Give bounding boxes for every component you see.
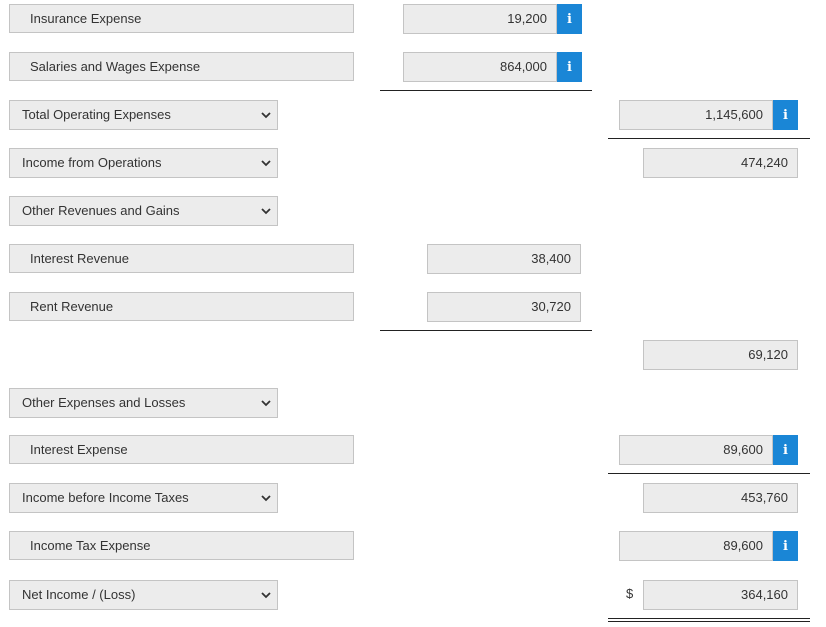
income-from-operations-select-value: Income from Operations [22,155,162,170]
net-income-amount-field[interactable]: 364,160 [643,580,798,610]
insurance-expense-label: Insurance Expense [9,4,354,33]
rent-revenue-amount-field[interactable]: 30,720 [427,292,581,322]
subtotal-rule [380,330,592,331]
income-tax-expense-amount-field[interactable]: 89,600 [619,531,773,561]
other-expenses-losses-select[interactable]: Other Expenses and Losses [9,388,278,418]
double-underline-top [608,618,810,619]
total-operating-expenses-select[interactable]: Total Operating Expenses [9,100,278,130]
currency-symbol: $ [626,586,634,601]
income-before-taxes-select[interactable]: Income before Income Taxes [9,483,278,513]
income-before-taxes-select-value: Income before Income Taxes [22,490,189,505]
net-income-select[interactable]: Net Income / (Loss) [9,580,278,610]
other-revenues-gains-select-value: Other Revenues and Gains [22,203,180,218]
salaries-wages-expense-label: Salaries and Wages Expense [9,52,354,81]
interest-revenue-amount-field[interactable]: 38,400 [427,244,581,274]
salaries-wages-expense-amount-field[interactable]: 864,000 [403,52,557,82]
rent-revenue-label: Rent Revenue [9,292,354,321]
total-operating-expenses-info-icon[interactable]: i [773,100,798,130]
salaries-wages-expense-info-icon[interactable]: i [557,52,582,82]
other-revenues-total-field[interactable]: 69,120 [643,340,798,370]
income-tax-expense-info-icon[interactable]: i [773,531,798,561]
chevron-down-icon [260,197,272,225]
subtotal-rule [380,90,592,91]
chevron-down-icon [260,581,272,609]
total-operating-expenses-amount-field[interactable]: 1,145,600 [619,100,773,130]
income-from-operations-select[interactable]: Income from Operations [9,148,278,178]
total-rule [608,138,810,139]
income-from-operations-amount-field[interactable]: 474,240 [643,148,798,178]
interest-expense-label: Interest Expense [9,435,354,464]
other-revenues-gains-select[interactable]: Other Revenues and Gains [9,196,278,226]
interest-expense-info-icon[interactable]: i [773,435,798,465]
insurance-expense-amount-field[interactable]: 19,200 [403,4,557,34]
insurance-expense-info-icon[interactable]: i [557,4,582,34]
chevron-down-icon [260,149,272,177]
net-income-select-value: Net Income / (Loss) [22,587,136,602]
income-before-taxes-amount-field[interactable]: 453,760 [643,483,798,513]
chevron-down-icon [260,101,272,129]
chevron-down-icon [260,484,272,512]
total-rule [608,473,810,474]
total-operating-expenses-select-value: Total Operating Expenses [22,107,171,122]
double-underline-bottom [608,621,810,622]
other-expenses-losses-select-value: Other Expenses and Losses [22,395,186,410]
interest-expense-amount-field[interactable]: 89,600 [619,435,773,465]
chevron-down-icon [260,389,272,417]
interest-revenue-label: Interest Revenue [9,244,354,273]
income-tax-expense-label: Income Tax Expense [9,531,354,560]
